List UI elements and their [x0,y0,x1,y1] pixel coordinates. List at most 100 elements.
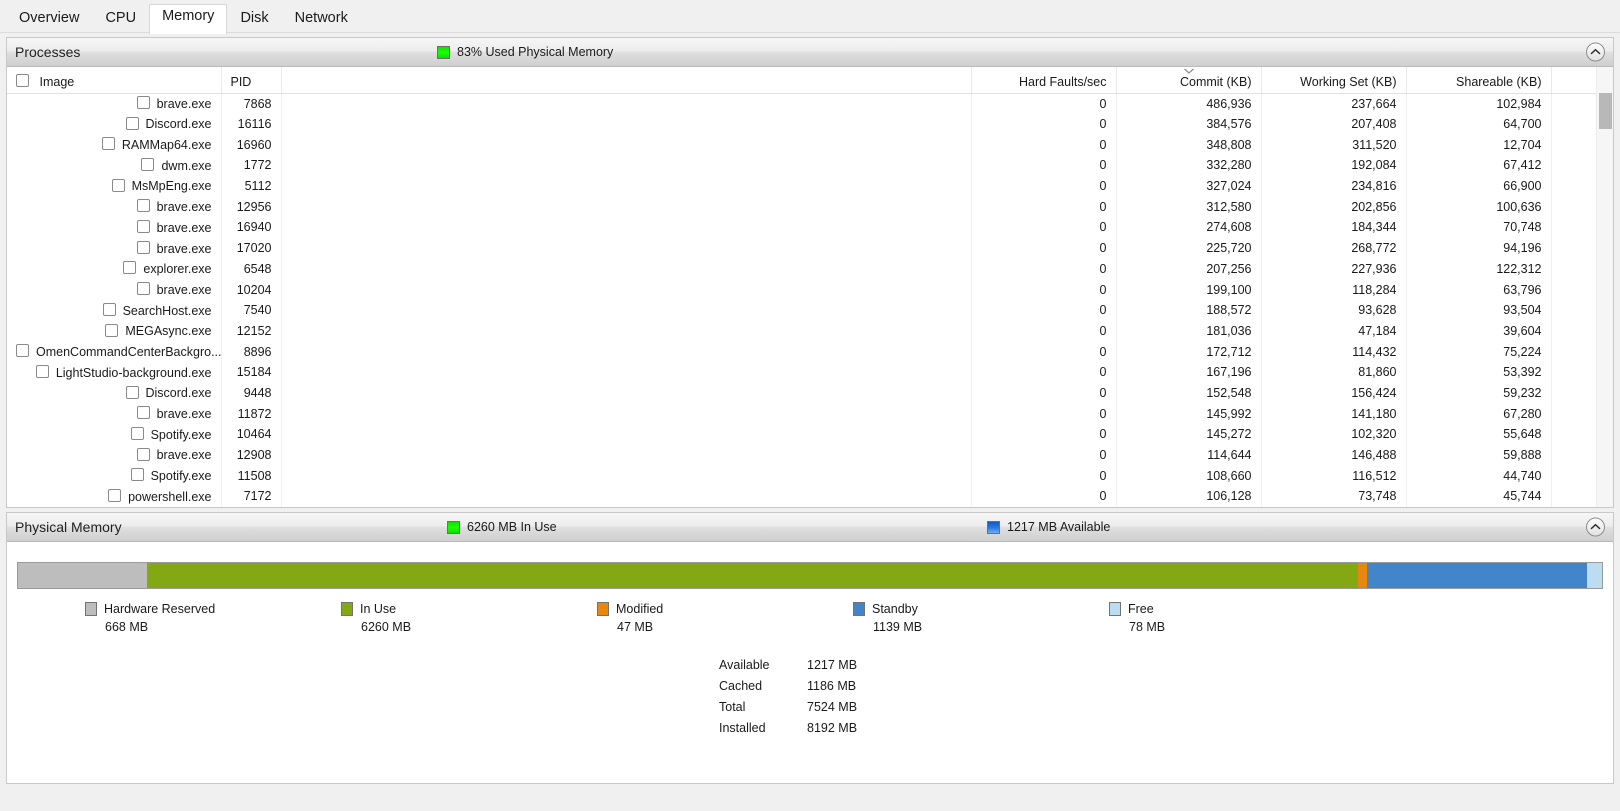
column-header-hard-faults[interactable]: Hard Faults/sec [971,67,1117,94]
row-checkbox[interactable] [111,178,125,192]
cell-image[interactable]: OmenCommandCenterBackgro... [7,341,222,362]
cell-hard-faults: 0 [971,444,1117,466]
tab-memory[interactable]: Memory [149,4,228,34]
select-all-checkbox[interactable] [16,73,29,87]
tab-overview[interactable]: Overview [6,4,92,34]
summary-value: 7524 MB [807,700,858,714]
row-checkbox[interactable] [16,344,29,358]
cell-image[interactable]: dwm.exe [7,155,222,176]
table-row[interactable]: dwm.exe17720332,280192,08467,412124,672 [7,155,1613,176]
table-row[interactable]: brave.exe102040199,100118,28463,79654,48… [7,279,1613,300]
row-checkbox[interactable] [108,489,122,503]
legend-value: 78 MB [1129,620,1166,634]
row-checkbox[interactable] [136,199,150,213]
processes-scrollbar-thumb[interactable] [1599,93,1612,129]
cell-image[interactable]: Spotify.exe [7,424,222,445]
table-row[interactable]: OmenCommandCenterBackgro... 8896 0 172,712 1… [7,341,1613,362]
cell-image[interactable]: SearchHost.exe [7,299,222,321]
table-row[interactable]: RAMMap64.exe169600348,808311,52012,70429… [7,134,1613,156]
cell-image[interactable]: LightStudio-background.exe [7,361,222,383]
physical-memory-collapse-button[interactable] [1586,517,1605,537]
row-checkbox[interactable] [102,302,116,316]
cell-image[interactable]: Spotify.exe [7,465,222,487]
table-row[interactable]: brave.exe169400274,608184,34470,748113,5… [7,217,1613,238]
cell-image[interactable]: RAMMap64.exe [7,134,222,156]
row-checkbox[interactable] [105,323,119,337]
column-header-commit[interactable]: Commit (KB) [1116,67,1262,94]
cell-shareable: 93,504 [1406,299,1552,321]
row-checkbox[interactable] [35,364,49,378]
cell-image[interactable]: brave.exe [7,279,222,300]
cell-image[interactable]: brave.exe [7,217,222,238]
row-checkbox[interactable] [101,137,115,151]
physical-memory-panel-header[interactable]: Physical Memory 6260 MB In Use 1217 MB A… [7,513,1613,542]
table-row[interactable]: MsMpEng.exe51120327,024234,81666,900167,… [7,175,1613,197]
column-header-shareable[interactable]: Shareable (KB) [1406,67,1552,94]
row-checkbox[interactable] [130,468,144,482]
processes-scrollbar[interactable] [1596,67,1613,507]
cell-pid: 1772 [221,155,282,176]
cell-image[interactable]: brave.exe [7,444,222,466]
table-row[interactable]: brave.exe129080114,644146,48859,88886,60… [7,444,1613,466]
cell-image[interactable]: explorer.exe [7,258,222,280]
table-row[interactable]: brave.exe78680486,936237,664102,984134,6… [7,93,1613,114]
legend-label: Modified [616,602,664,616]
cell-image[interactable]: brave.exe [7,93,222,114]
process-name: brave.exe [156,407,212,421]
cell-image[interactable]: MsMpEng.exe [7,175,222,197]
cell-working-set: 192,084 [1261,155,1407,176]
cell-image[interactable]: MEGAsync.exe [7,320,222,342]
cell-working-set: 184,344 [1261,217,1407,238]
row-checkbox[interactable] [136,447,150,461]
row-checkbox[interactable] [123,261,137,275]
row-checkbox[interactable] [125,116,139,130]
table-row[interactable]: SearchHost.exe75400188,57293,62893,50412… [7,299,1613,321]
in-use-legend: 6260 MB In Use [447,520,557,534]
cell-image[interactable]: brave.exe [7,403,222,424]
table-row[interactable]: brave.exe118720145,992141,18067,28073,90… [7,403,1613,424]
column-header-working-set[interactable]: Working Set (KB) [1261,67,1407,94]
memory-usage-bar [17,562,1603,589]
cell-shareable: 102,984 [1406,93,1552,114]
table-row[interactable]: brave.exe129560312,580202,856100,636102,… [7,196,1613,218]
cell-shareable: 70,748 [1406,217,1552,238]
row-checkbox[interactable] [141,158,155,172]
cell-image[interactable]: Discord.exe [7,382,222,404]
table-row[interactable]: brave.exe170200225,720268,77294,196174,5… [7,237,1613,259]
tab-network[interactable]: Network [282,4,361,34]
table-row[interactable]: Discord.exe94480152,548156,42459,23297,1… [7,382,1613,404]
row-checkbox[interactable] [136,96,150,110]
cell-image[interactable]: brave.exe [7,237,222,259]
cell-hard-faults: 0 [971,486,1117,507]
cell-commit: 225,720 [1116,237,1262,259]
table-row[interactable]: powershell.exe71720106,12873,74845,74428… [7,486,1613,507]
column-header-image[interactable]: Image [7,67,222,94]
column-header-pid[interactable]: PID [221,67,282,94]
row-checkbox[interactable] [136,220,150,234]
table-row[interactable]: explorer.exe65480207,256227,936122,31210… [7,258,1613,280]
table-row[interactable]: MEGAsync.exe121520181,03647,18439,6047,5… [7,320,1613,342]
tab-cpu[interactable]: CPU [92,4,149,34]
row-checkbox[interactable] [136,240,150,254]
table-row[interactable]: Spotify.exe115080108,660116,51244,74071,… [7,465,1613,487]
physical-memory-title: Physical Memory [15,519,122,535]
table-row[interactable]: LightStudio-background.exe 15184 0 167,196 8… [7,361,1613,383]
table-row[interactable]: Spotify.exe104640145,272102,32055,64846,… [7,424,1613,445]
cell-hard-faults: 0 [971,403,1117,424]
row-checkbox[interactable] [136,282,150,296]
row-checkbox[interactable] [136,406,150,420]
cell-spacer [281,424,972,445]
summary-row: Total 7524 MB [719,700,887,719]
table-row[interactable]: Discord.exe161160384,576207,40864,700142… [7,113,1613,135]
row-checkbox[interactable] [125,385,139,399]
processes-collapse-button[interactable] [1586,42,1605,62]
physical-memory-panel: Physical Memory 6260 MB In Use 1217 MB A… [6,512,1614,784]
cell-image[interactable]: powershell.exe [7,486,222,507]
processes-panel-header[interactable]: Processes 83% Used Physical Memory [7,38,1613,67]
cell-working-set: 93,628 [1261,299,1407,321]
cell-image[interactable]: Discord.exe [7,113,222,135]
cell-image[interactable]: brave.exe [7,196,222,218]
tab-disk[interactable]: Disk [227,4,281,34]
cell-commit: 145,272 [1116,424,1262,445]
row-checkbox[interactable] [130,426,144,440]
